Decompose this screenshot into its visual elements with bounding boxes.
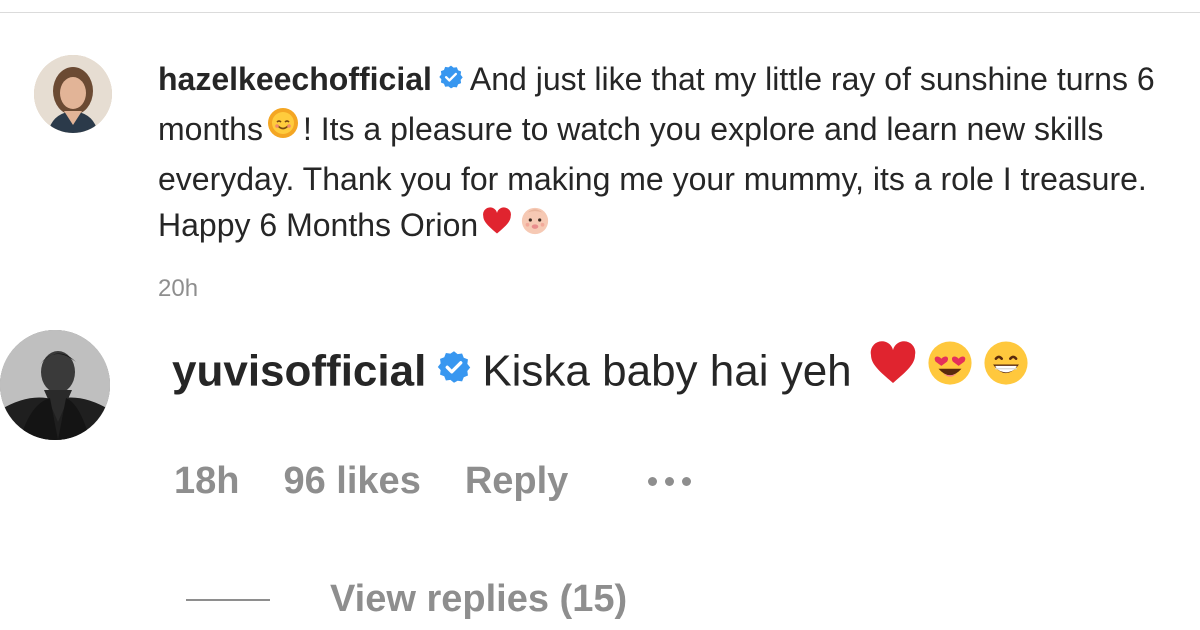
more-options-icon[interactable] [648,477,692,486]
comment-meta: 18h 96 likes Reply [174,460,692,503]
caption-part-2: ! Its a pleasure to watch you explore an… [158,111,1147,243]
sun-with-face-icon [267,106,299,151]
comment-body: Kiska baby hai yeh [482,346,852,396]
comment-likes[interactable]: 96 likes [283,460,420,503]
view-replies-divider [186,598,270,601]
baby-icon [520,202,550,247]
comment-text: yuvisofficial Kiska baby hai yeh [172,340,1034,408]
view-replies-label: View replies (15) [330,578,628,620]
red-heart-icon [482,202,512,247]
grinning-face-icon [983,340,1029,400]
verified-badge-icon [436,343,472,399]
red-heart-icon [869,341,917,399]
avatar-image [34,55,112,133]
post-timestamp[interactable]: 20h [158,275,198,303]
view-replies-button[interactable]: View replies (15) [186,578,627,621]
caption-text: hazelkeechofficial And just like that my … [158,57,1168,253]
reply-button[interactable]: Reply [465,460,568,503]
commenter-avatar[interactable] [0,330,110,440]
author-avatar[interactable] [34,55,112,133]
verified-badge-icon [438,57,464,102]
commenter-username[interactable]: yuvisofficial [172,347,426,396]
top-divider [0,12,1200,13]
avatar-image [0,330,110,440]
author-username[interactable]: hazelkeechofficial [158,61,432,97]
comment-timestamp[interactable]: 18h [174,460,239,503]
heart-eyes-face-icon [927,340,973,400]
